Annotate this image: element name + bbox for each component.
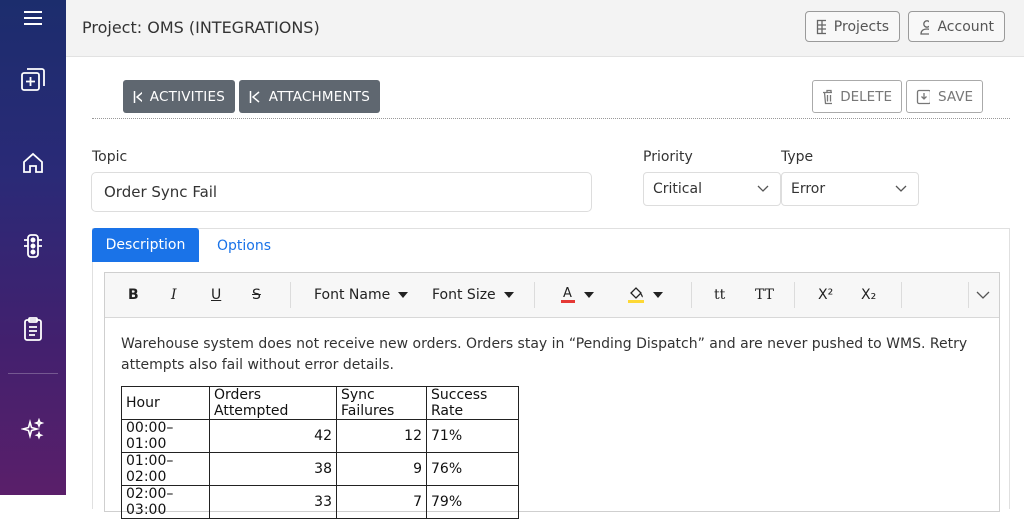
top-bar: Project: OMS (INTEGRATIONS) Projects Acc… bbox=[66, 0, 1024, 57]
delete-button[interactable]: DELETE bbox=[812, 80, 902, 113]
font-size-dropdown[interactable]: Font Size bbox=[432, 273, 514, 317]
rich-text-editor: B I U S Font Name Font Size A tt TT X² X… bbox=[104, 272, 1000, 519]
save-button[interactable]: SAVE bbox=[906, 80, 983, 113]
attachments-label: ATTACHMENTS bbox=[268, 88, 370, 105]
font-size-label: Font Size bbox=[432, 287, 496, 303]
sparkle-icon[interactable] bbox=[13, 410, 53, 450]
account-button[interactable]: Account bbox=[908, 11, 1005, 42]
table-row: 02:00–03:00 33 7 79% bbox=[121, 485, 519, 519]
toolbar-separator bbox=[968, 282, 969, 308]
sidebar bbox=[0, 0, 66, 495]
toolbar-separator bbox=[534, 282, 535, 308]
toolbar-separator bbox=[794, 282, 795, 308]
priority-label: Priority bbox=[643, 149, 693, 165]
table-header-cell: Success Rate bbox=[426, 386, 519, 420]
user-icon bbox=[920, 19, 930, 35]
priority-value: Critical bbox=[653, 181, 702, 197]
lowercase-button[interactable]: tt bbox=[714, 273, 725, 317]
expand-toolbar-button[interactable] bbox=[975, 273, 991, 317]
table-header-cell: Hour bbox=[121, 386, 210, 420]
delete-label: DELETE bbox=[840, 88, 892, 105]
chevron-down-icon bbox=[757, 185, 769, 192]
table-header-cell: Orders Attempted bbox=[209, 386, 337, 420]
toolbar-separator bbox=[901, 282, 902, 308]
table-cell: 12 bbox=[336, 419, 427, 453]
table-cell: 33 bbox=[209, 485, 337, 519]
table-row: 01:00–02:00 38 9 76% bbox=[121, 452, 519, 486]
caret-down-icon bbox=[584, 292, 594, 298]
svg-text:A: A bbox=[563, 286, 572, 301]
table-cell: 42 bbox=[209, 419, 337, 453]
table-cell: 9 bbox=[336, 452, 427, 486]
background-color-button[interactable] bbox=[627, 273, 663, 317]
collapse-left-icon bbox=[249, 90, 260, 103]
projects-label: Projects bbox=[833, 18, 889, 35]
chevron-down-icon bbox=[976, 291, 990, 299]
grid-list-icon bbox=[816, 19, 826, 34]
table-cell: 71% bbox=[426, 419, 519, 453]
collapse-left-icon bbox=[133, 90, 142, 103]
tab-description[interactable]: Description bbox=[92, 228, 199, 262]
projects-button[interactable]: Projects bbox=[805, 11, 900, 42]
table-header-row: Hour Orders Attempted Sync Failures Succ… bbox=[121, 386, 519, 420]
italic-button[interactable]: I bbox=[171, 273, 177, 317]
project-title: Project: OMS (INTEGRATIONS) bbox=[82, 18, 320, 37]
table-cell: 76% bbox=[426, 452, 519, 486]
topic-label: Topic bbox=[92, 149, 128, 165]
topic-input[interactable]: Order Sync Fail bbox=[91, 172, 592, 212]
data-table: Hour Orders Attempted Sync Failures Succ… bbox=[121, 386, 519, 519]
home-icon[interactable] bbox=[13, 143, 53, 183]
subscript-button[interactable]: X₂ bbox=[861, 273, 876, 317]
clipboard-icon[interactable] bbox=[13, 309, 53, 349]
chevron-down-icon bbox=[895, 185, 907, 192]
table-row: 00:00–01:00 42 12 71% bbox=[121, 419, 519, 453]
attachments-button[interactable]: ATTACHMENTS bbox=[239, 80, 380, 113]
table-cell: 79% bbox=[426, 485, 519, 519]
save-icon bbox=[916, 89, 931, 104]
strikethrough-button[interactable]: S bbox=[252, 273, 261, 317]
account-label: Account bbox=[937, 18, 994, 35]
uppercase-button[interactable]: TT bbox=[755, 273, 774, 317]
toolbar-separator bbox=[290, 282, 291, 308]
type-select[interactable]: Error bbox=[781, 172, 919, 206]
font-name-label: Font Name bbox=[314, 287, 391, 303]
tab-options[interactable]: Options bbox=[217, 238, 271, 254]
table-cell: 02:00–03:00 bbox=[121, 485, 210, 519]
type-label: Type bbox=[781, 149, 814, 165]
add-icon[interactable] bbox=[13, 60, 53, 100]
trash-icon bbox=[823, 89, 833, 104]
superscript-button[interactable]: X² bbox=[818, 273, 833, 317]
topic-value: Order Sync Fail bbox=[104, 183, 218, 201]
caret-down-icon bbox=[653, 292, 663, 298]
bold-button[interactable]: B bbox=[128, 273, 139, 317]
table-cell: 00:00–01:00 bbox=[121, 419, 210, 453]
table-cell: 01:00–02:00 bbox=[121, 452, 210, 486]
divider bbox=[92, 118, 1010, 119]
activities-label: ACTIVITIES bbox=[149, 88, 225, 105]
sidebar-divider bbox=[8, 373, 58, 374]
font-name-dropdown[interactable]: Font Name bbox=[314, 273, 409, 317]
menu-icon[interactable] bbox=[13, 0, 53, 36]
type-value: Error bbox=[791, 181, 826, 197]
font-color-icon: A bbox=[561, 286, 575, 303]
table-header-cell: Sync Failures bbox=[336, 386, 427, 420]
table-cell: 38 bbox=[209, 452, 337, 486]
caret-down-icon bbox=[503, 292, 514, 298]
caret-down-icon bbox=[398, 292, 409, 298]
activities-button[interactable]: ACTIVITIES bbox=[123, 80, 235, 113]
save-label: SAVE bbox=[938, 88, 973, 105]
table-cell: 7 bbox=[336, 485, 427, 519]
paint-bucket-icon bbox=[628, 287, 644, 303]
priority-select[interactable]: Critical bbox=[643, 172, 781, 206]
font-color-button[interactable]: A bbox=[560, 273, 594, 317]
toolbar-separator bbox=[691, 282, 692, 308]
description-text[interactable]: Warehouse system does not receive new or… bbox=[121, 334, 989, 376]
editor-toolbar: B I U S Font Name Font Size A tt TT X² X… bbox=[105, 273, 999, 318]
underline-button[interactable]: U bbox=[211, 273, 221, 317]
traffic-light-icon[interactable] bbox=[13, 226, 53, 266]
